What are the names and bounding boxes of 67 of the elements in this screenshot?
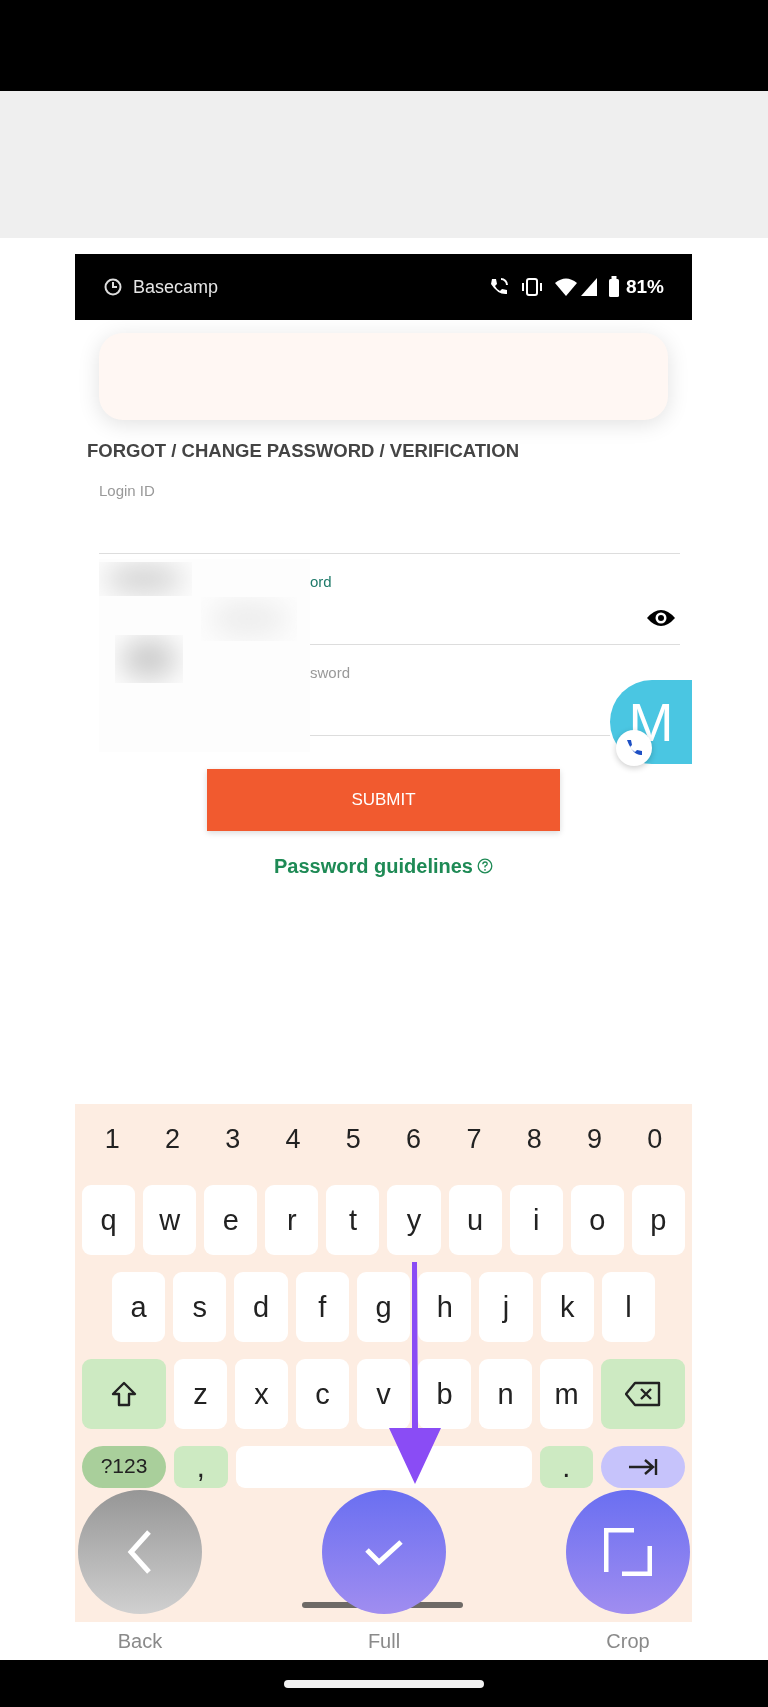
help-icon[interactable] (476, 858, 493, 874)
period-key[interactable]: . (539, 1446, 593, 1488)
letter-key[interactable]: x (235, 1359, 288, 1429)
letter-key[interactable]: l (601, 1272, 655, 1342)
number-key[interactable]: 9 (564, 1110, 625, 1168)
letter-key[interactable]: d (234, 1272, 288, 1342)
clock-icon (103, 277, 123, 297)
crop-icon (604, 1528, 652, 1576)
comma-key[interactable]: , (174, 1446, 228, 1488)
check-icon (364, 1538, 404, 1566)
letter-key[interactable]: y (387, 1185, 441, 1255)
letter-key[interactable]: m (540, 1359, 593, 1429)
letter-key[interactable]: h (418, 1272, 472, 1342)
letter-key[interactable]: p (631, 1185, 685, 1255)
letter-key[interactable]: s (173, 1272, 227, 1342)
battery-level: 81% (625, 276, 664, 298)
shift-key[interactable] (82, 1359, 166, 1429)
letter-key[interactable]: f (295, 1272, 349, 1342)
field-label: sword (310, 663, 351, 683)
letter-key[interactable]: a (112, 1272, 166, 1342)
letter-key[interactable]: t (326, 1185, 380, 1255)
app-name: Basecamp (133, 276, 219, 298)
backspace-icon (625, 1381, 661, 1407)
letter-key[interactable]: n (479, 1359, 532, 1429)
letter-key[interactable]: o (570, 1185, 624, 1255)
shift-icon (110, 1380, 138, 1408)
letter-key[interactable]: r (265, 1185, 319, 1255)
number-key[interactable]: 7 (443, 1110, 505, 1168)
letter-key[interactable]: w (143, 1185, 197, 1255)
space-key[interactable] (235, 1446, 532, 1488)
battery-icon (607, 276, 620, 298)
home-indicator[interactable] (284, 1679, 484, 1688)
symbols-key[interactable]: ?123 (82, 1446, 166, 1488)
letter-key[interactable]: q (82, 1185, 136, 1255)
action-label: Back (116, 1629, 164, 1653)
tab-key[interactable] (601, 1446, 685, 1488)
vibrate-icon (519, 277, 544, 297)
letter-key[interactable]: z (174, 1359, 227, 1429)
guidelines-link[interactable]: Password guidelines (274, 855, 473, 877)
number-key[interactable]: 6 (383, 1110, 444, 1168)
number-key[interactable]: 3 (202, 1110, 263, 1168)
number-key[interactable]: 1 (82, 1110, 143, 1168)
number-key[interactable]: 2 (142, 1110, 203, 1168)
number-key[interactable]: 5 (323, 1110, 384, 1168)
letter-key[interactable]: b (418, 1359, 471, 1429)
letter-key[interactable]: v (357, 1359, 410, 1429)
number-key[interactable]: 4 (262, 1110, 324, 1168)
letter-key[interactable]: u (448, 1185, 502, 1255)
letter-key[interactable]: e (204, 1185, 258, 1255)
action-label: Crop (605, 1629, 651, 1653)
letter-key[interactable]: g (356, 1272, 411, 1342)
number-key[interactable]: 0 (624, 1110, 685, 1168)
backspace-key[interactable] (601, 1359, 685, 1429)
signal-icon (579, 277, 598, 297)
field-label: Login ID (99, 481, 156, 501)
letter-key[interactable]: k (540, 1272, 594, 1342)
letter-key[interactable]: i (509, 1185, 563, 1255)
letter-key[interactable]: j (479, 1272, 533, 1342)
back-icon (127, 1528, 153, 1576)
action-label: Full (366, 1629, 402, 1653)
wifi-icon (553, 277, 578, 297)
number-key[interactable]: 8 (504, 1110, 565, 1168)
letter-key[interactable]: c (296, 1359, 349, 1429)
tab-icon (628, 1457, 658, 1477)
field-label: ord (310, 572, 333, 592)
eye-icon[interactable] (646, 608, 676, 628)
page-heading: FORGOT / CHANGE PASSWORD / VERIFICATION (86, 439, 520, 463)
